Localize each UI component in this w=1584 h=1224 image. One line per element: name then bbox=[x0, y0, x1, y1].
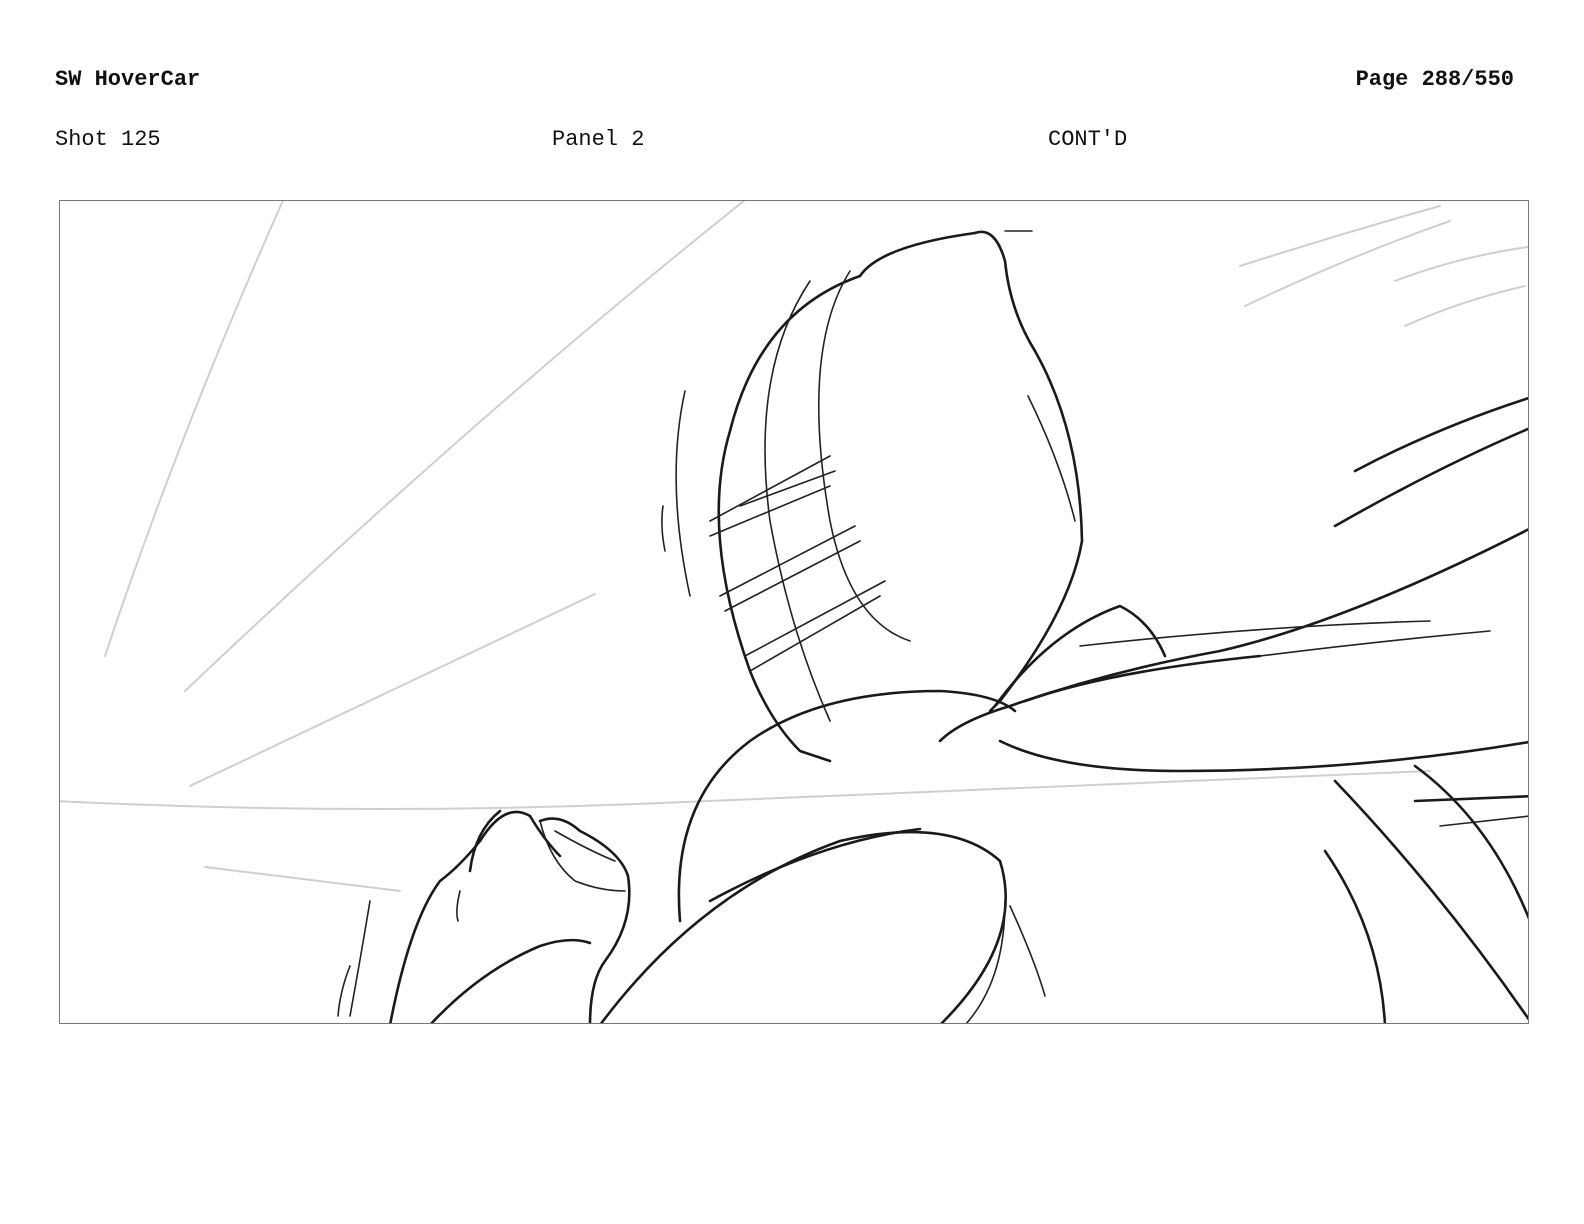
car-body-sketch bbox=[599, 396, 1528, 1023]
panel-label: Panel 2 bbox=[552, 127, 645, 152]
canopy-sketch bbox=[661, 230, 1084, 763]
storyboard-sketch bbox=[60, 201, 1528, 1023]
storyboard-panel-frame bbox=[59, 200, 1529, 1024]
hand-sketch bbox=[337, 809, 631, 1023]
shot-label: Shot 125 bbox=[55, 127, 161, 152]
continuity-label: CONT'D bbox=[1048, 127, 1128, 152]
page-number: Page 288/550 bbox=[1355, 67, 1514, 92]
background-lines bbox=[60, 201, 1528, 892]
project-title: SW HoverCar bbox=[55, 67, 201, 92]
